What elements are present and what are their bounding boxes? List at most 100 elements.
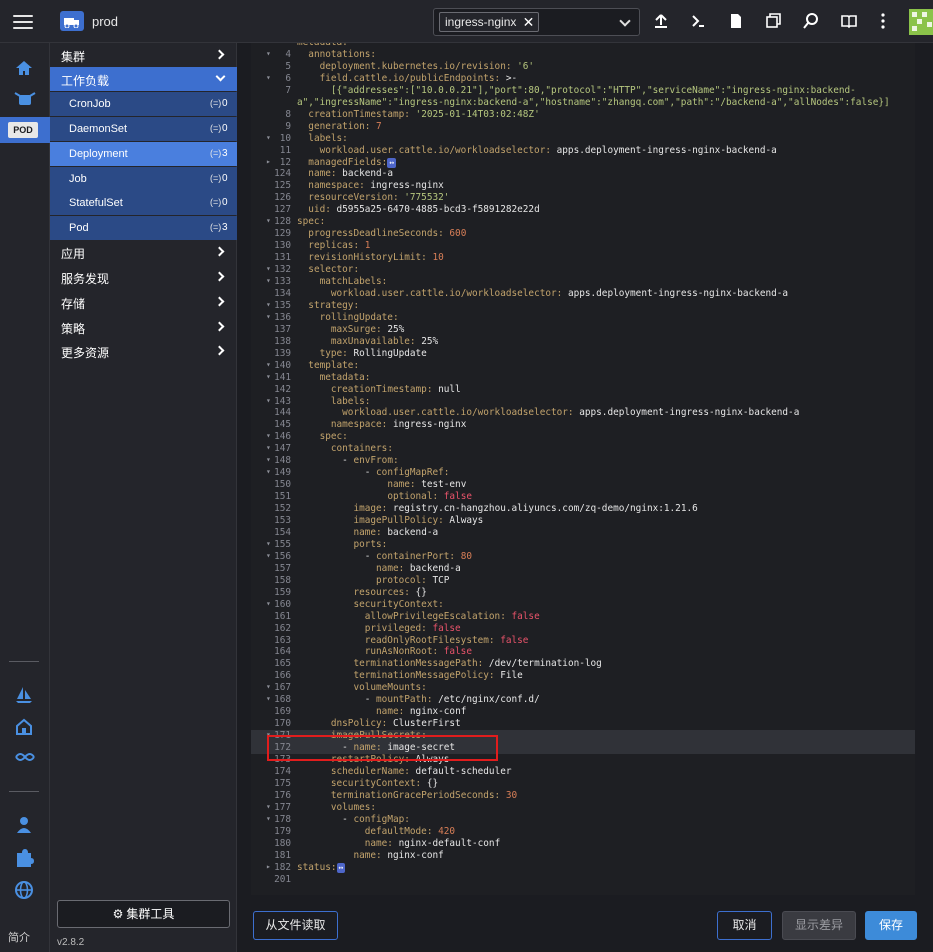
yaml-line[interactable]: 161 allowPrivilegeEscalation: false (251, 611, 915, 623)
collapsed-fold-icon[interactable]: ↔ (387, 157, 397, 168)
yaml-line[interactable]: 162 privileged: false (251, 623, 915, 635)
yaml-line[interactable]: 159 resources: {} (251, 587, 915, 599)
yaml-line[interactable]: ▾ 140 template: (251, 360, 915, 372)
yaml-line[interactable]: ▸ 182 status: ↔ (251, 862, 915, 874)
collapsed-fold-icon[interactable]: ↔ (336, 862, 346, 873)
yaml-line[interactable]: 130 replicas: 1 (251, 240, 915, 252)
yaml-line[interactable]: ▾ 4 annotations: (251, 49, 915, 61)
yaml-line[interactable]: 124 name: backend-a (251, 168, 915, 180)
yaml-line[interactable]: 179 defaultMode: 420 (251, 826, 915, 838)
yaml-line[interactable]: 169 name: nginx-conf (251, 706, 915, 718)
fleet-icon[interactable] (0, 713, 50, 739)
nav-item-deployment[interactable]: Deployment (=) 3 (50, 142, 237, 166)
yaml-line[interactable]: 138 maxUnavailable: 25% (251, 336, 915, 348)
show-diff-button[interactable]: 显示差异 (782, 911, 856, 940)
yaml-line[interactable]: ▾ 6 field.cattle.io/publicEndpoints: >- (251, 73, 915, 85)
read-from-file-button[interactable]: 从文件读取 (253, 911, 338, 940)
yaml-line[interactable]: 144 workload.user.cattle.io/workloadsele… (251, 407, 915, 419)
nav-item-pod[interactable]: Pod (=) 3 (50, 216, 237, 240)
save-button[interactable]: 保存 (865, 911, 917, 940)
yaml-line[interactable]: ▾ 136 rollingUpdate: (251, 312, 915, 324)
yaml-line[interactable]: 165 terminationMessagePath: /dev/termina… (251, 658, 915, 670)
yaml-line[interactable]: a","ingressName":"ingress-nginx:backend-… (251, 97, 915, 109)
nav-item-daemonset[interactable]: DaemonSet (=) 0 (50, 117, 237, 141)
terminal-icon[interactable] (689, 12, 709, 32)
search-icon[interactable] (802, 12, 822, 32)
rail-item-cluster[interactable]: POD (0, 117, 50, 143)
chevron-down-icon[interactable] (619, 15, 631, 27)
yaml-line[interactable]: 164 runAsNonRoot: false (251, 646, 915, 658)
yaml-line[interactable]: ▾ 149 - configMapRef: (251, 467, 915, 479)
nav-group-apps[interactable]: 应用 (50, 240, 237, 264)
nav-item-statefulset[interactable]: StatefulSet (=) 0 (50, 191, 237, 215)
sailboat-icon[interactable] (0, 681, 50, 707)
yaml-line[interactable]: ▾ 132 selector: (251, 264, 915, 276)
yaml-line[interactable]: 125 namespace: ingress-nginx (251, 180, 915, 192)
yaml-line[interactable]: 126 resourceVersion: '775532' (251, 192, 915, 204)
nav-group-workloads[interactable]: 工作负载 (50, 67, 237, 91)
yaml-line[interactable]: 8 creationTimestamp: '2025-01-14T03:02:4… (251, 109, 915, 121)
yaml-line[interactable]: 180 name: nginx-default-conf (251, 838, 915, 850)
yaml-line[interactable]: 134 workload.user.cattle.io/workloadsele… (251, 288, 915, 300)
yaml-line[interactable]: ▾ 155 ports: (251, 539, 915, 551)
nav-group-service-discovery[interactable]: 服务发现 (50, 265, 237, 289)
cluster-tools-button[interactable]: ⚙ 集群工具 (57, 900, 230, 928)
yaml-line[interactable]: 174 schedulerName: default-scheduler (251, 766, 915, 778)
yaml-line[interactable]: ▾ 141 metadata: (251, 372, 915, 384)
yaml-line[interactable]: ▾ 147 containers: (251, 443, 915, 455)
nav-group-storage[interactable]: 存储 (50, 290, 237, 314)
yaml-line[interactable]: ▾ 160 securityContext: (251, 599, 915, 611)
yaml-line[interactable]: 137 maxSurge: 25% (251, 324, 915, 336)
yaml-line[interactable]: ▾ 135 strategy: (251, 300, 915, 312)
editor-scrollbar[interactable] (915, 43, 933, 895)
yaml-line[interactable]: 172 - name: image-secret (251, 742, 915, 755)
nav-item-job[interactable]: Job (=) 0 (50, 167, 237, 191)
yaml-line[interactable]: 157 name: backend-a (251, 563, 915, 575)
yaml-line[interactable]: 139 type: RollingUpdate (251, 348, 915, 360)
yaml-line[interactable]: 5 deployment.kubernetes.io/revision: '6' (251, 61, 915, 73)
yaml-line[interactable]: 170 dnsPolicy: ClusterFirst (251, 718, 915, 730)
yaml-line[interactable]: 181 name: nginx-conf (251, 850, 915, 862)
copy-icon[interactable] (764, 12, 784, 32)
user-icon[interactable] (0, 811, 50, 837)
close-icon[interactable]: ✕ (523, 14, 535, 30)
yaml-line[interactable]: 175 securityContext: {} (251, 778, 915, 790)
yaml-line[interactable]: 152 image: registry.cn-hangzhou.aliyuncs… (251, 503, 915, 515)
avatar[interactable] (909, 9, 933, 35)
cattle-icon[interactable] (0, 87, 50, 113)
namespace-select[interactable]: ingress-nginx ✕ (433, 8, 640, 36)
yaml-line[interactable]: 153 imagePullPolicy: Always (251, 515, 915, 527)
yaml-line[interactable]: 7 [{"addresses":["10.0.0.21"],"port":80,… (251, 85, 915, 97)
yaml-line[interactable]: ▾ 171 imagePullSecrets: (251, 730, 915, 743)
yaml-line[interactable]: ▾ 167 volumeMounts: (251, 682, 915, 694)
file-icon[interactable] (727, 12, 747, 32)
yaml-line[interactable]: 142 creationTimestamp: null (251, 384, 915, 396)
yaml-line[interactable]: 201 (251, 874, 915, 886)
yaml-line[interactable]: 158 protocol: TCP (251, 575, 915, 587)
yaml-line[interactable]: 176 terminationGracePeriodSeconds: 30 (251, 790, 915, 802)
yaml-line[interactable]: 150 name: test-env (251, 479, 915, 491)
globe-icon[interactable] (0, 876, 50, 902)
yaml-line[interactable]: ▾ 156 - containerPort: 80 (251, 551, 915, 563)
upload-icon[interactable] (652, 12, 672, 32)
yaml-line[interactable]: 131 revisionHistoryLimit: 10 (251, 252, 915, 264)
yaml-line[interactable]: 127 uid: d5955a25-6470-4885-bcd3-f589128… (251, 204, 915, 216)
network-icon[interactable] (0, 745, 50, 771)
yaml-line[interactable]: ▾ 128 spec: (251, 216, 915, 228)
yaml-line[interactable]: ▾ 168 - mountPath: /etc/nginx/conf.d/ (251, 694, 915, 706)
yaml-line[interactable]: ▾ 178 - configMap: (251, 814, 915, 826)
extensions-icon[interactable] (0, 844, 50, 870)
yaml-line[interactable]: 9 generation: 7 (251, 121, 915, 133)
more-vertical-icon[interactable] (874, 12, 894, 32)
yaml-line[interactable]: 173 restartPolicy: Always (251, 754, 915, 766)
yaml-line[interactable]: ▾ 10 labels: (251, 133, 915, 145)
yaml-line[interactable]: ▸ 12 managedFields: ↔ (251, 157, 915, 169)
yaml-line[interactable]: ▾ 133 matchLabels: (251, 276, 915, 288)
yaml-line[interactable]: 166 terminationMessagePolicy: File (251, 670, 915, 682)
home-icon[interactable] (0, 55, 50, 81)
cancel-button[interactable]: 取消 (717, 911, 772, 940)
yaml-line[interactable]: 11 workload.user.cattle.io/workloadselec… (251, 145, 915, 157)
yaml-line[interactable]: 145 namespace: ingress-nginx (251, 419, 915, 431)
about-link[interactable]: 简介 (8, 929, 30, 945)
yaml-line[interactable]: ▾ 148 - envFrom: (251, 455, 915, 467)
